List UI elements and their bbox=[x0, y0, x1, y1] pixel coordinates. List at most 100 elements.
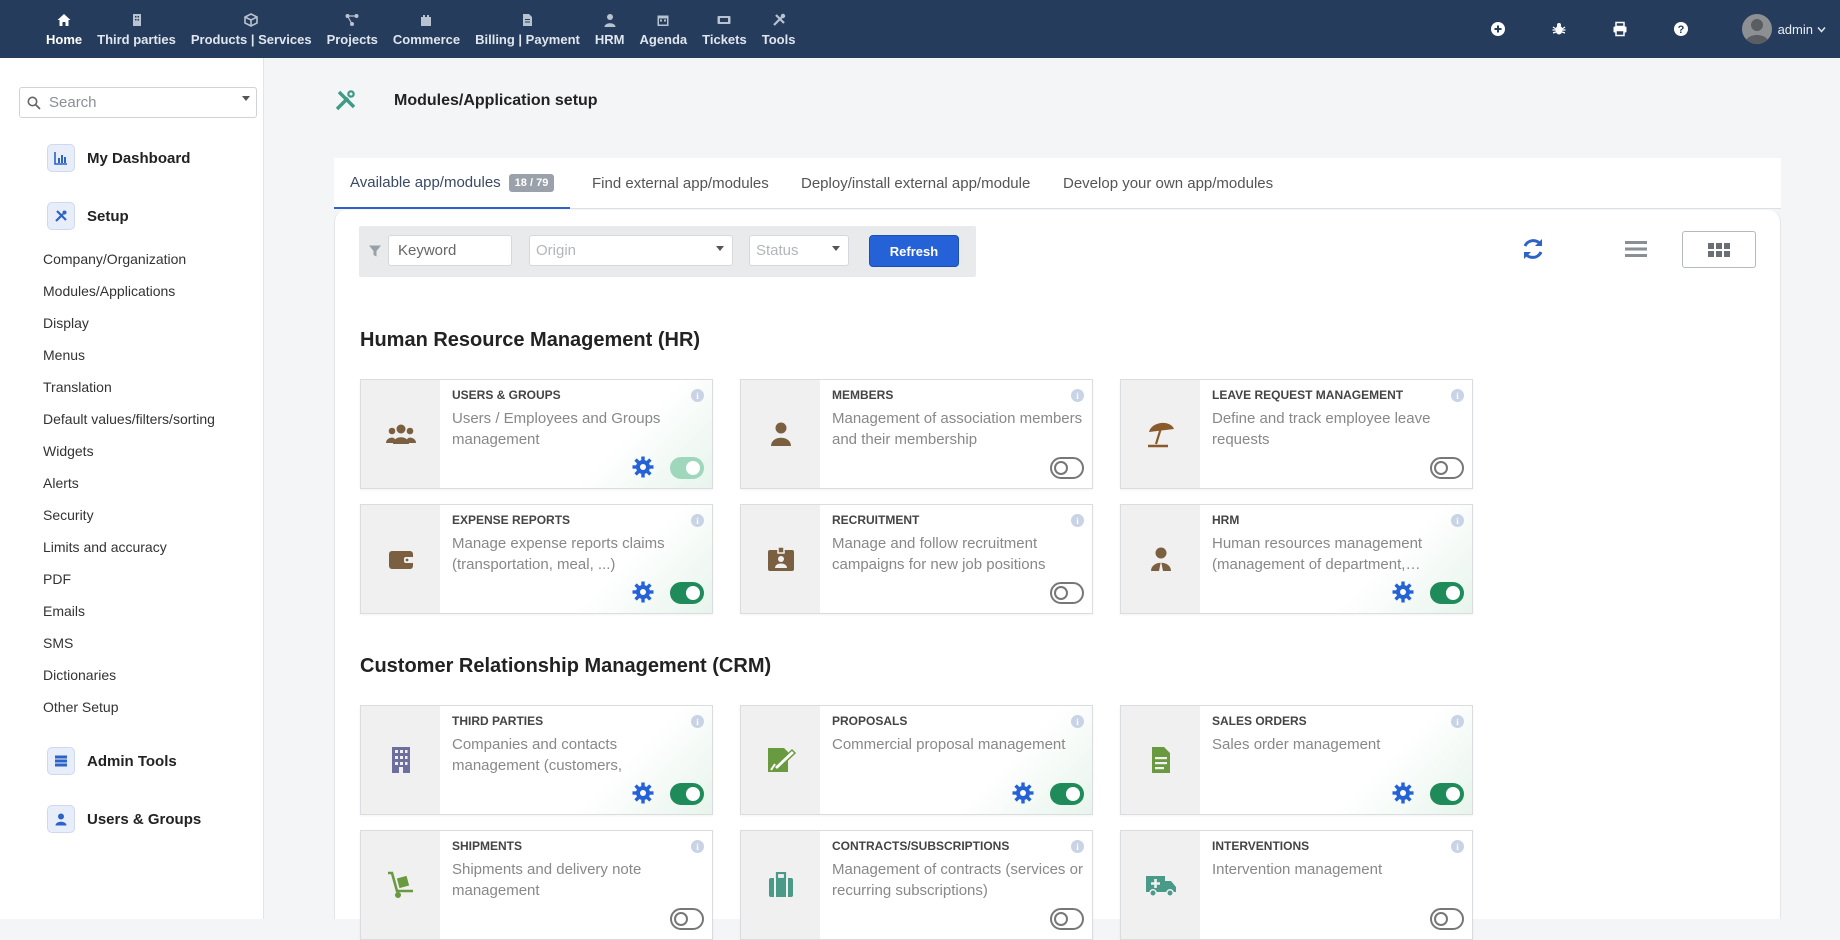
list-icon bbox=[1625, 241, 1647, 257]
tab-available-modules[interactable]: Available app/modules 18 / 79 bbox=[334, 158, 571, 209]
refresh-button[interactable]: Refresh bbox=[869, 235, 959, 267]
module-toggle-contracts-subscriptions[interactable] bbox=[1050, 908, 1084, 930]
quick-add-button[interactable] bbox=[1468, 21, 1529, 37]
module-toggle-interventions[interactable] bbox=[1430, 908, 1464, 930]
top-right-tools: ? admin bbox=[1468, 0, 1840, 58]
nav-commerce[interactable]: Commerce bbox=[387, 0, 466, 58]
nav-third-parties[interactable]: Third parties bbox=[91, 0, 182, 58]
sidebar-item-dictionaries[interactable]: Dictionaries bbox=[43, 666, 215, 698]
nav-label: Tickets bbox=[702, 31, 747, 47]
module-toggle-recruitment[interactable] bbox=[1050, 582, 1084, 604]
info-icon[interactable]: i bbox=[691, 840, 704, 853]
info-icon[interactable]: i bbox=[1071, 840, 1084, 853]
nav-tools[interactable]: Tools bbox=[756, 0, 802, 58]
module-toggle-third-parties[interactable] bbox=[670, 783, 704, 805]
module-description: Shipments and delivery note management bbox=[452, 861, 642, 899]
sidebar-item-other-setup[interactable]: Other Setup bbox=[43, 698, 215, 730]
module-toggle-proposals[interactable] bbox=[1050, 783, 1084, 805]
info-icon[interactable]: i bbox=[1451, 514, 1464, 527]
module-card: LEAVE REQUEST MANAGEMENT Define and track… bbox=[1120, 379, 1473, 489]
module-toggle-users-groups[interactable] bbox=[670, 457, 704, 479]
module-settings-gear-icon[interactable] bbox=[1392, 782, 1414, 804]
info-icon[interactable]: i bbox=[1451, 715, 1464, 728]
status-select[interactable]: Status bbox=[749, 235, 849, 266]
sidebar-group-label: Admin Tools bbox=[87, 752, 177, 770]
reload-button[interactable] bbox=[1518, 234, 1548, 264]
module-toggle-leave-request-management[interactable] bbox=[1430, 457, 1464, 479]
sidebar-item-modules[interactable]: Modules/Applications bbox=[43, 282, 215, 314]
sidebar-search[interactable] bbox=[19, 87, 257, 118]
module-name: HRM bbox=[1212, 513, 1240, 527]
tab-develop-own[interactable]: Develop your own app/modules bbox=[1063, 158, 1273, 209]
tab-find-external[interactable]: Find external app/modules bbox=[592, 158, 769, 209]
chevron-down-icon bbox=[1817, 26, 1826, 33]
sidebar-item-default-values[interactable]: Default values/filters/sorting bbox=[43, 410, 215, 442]
nav-home[interactable]: Home bbox=[40, 0, 88, 58]
module-settings-gear-icon[interactable] bbox=[632, 456, 654, 478]
nav-tickets[interactable]: Tickets bbox=[696, 0, 753, 58]
sidebar-item-sms[interactable]: SMS bbox=[43, 634, 215, 666]
nav-projects[interactable]: Projects bbox=[321, 0, 384, 58]
module-description: Companies and contacts management (custo… bbox=[452, 736, 623, 774]
sidebar-item-emails[interactable]: Emails bbox=[43, 602, 215, 634]
print-button[interactable] bbox=[1590, 21, 1651, 37]
module-settings-gear-icon[interactable] bbox=[1012, 782, 1034, 804]
origin-select[interactable]: Origin bbox=[529, 235, 733, 266]
info-icon[interactable]: i bbox=[1071, 389, 1084, 402]
module-toggle-shipments[interactable] bbox=[670, 908, 704, 930]
sidebar-item-my-dashboard[interactable]: My Dashboard bbox=[47, 144, 190, 172]
dashboard-icon-box bbox=[47, 144, 75, 172]
sidebar-item-widgets[interactable]: Widgets bbox=[43, 442, 215, 474]
grid-view-button[interactable] bbox=[1682, 231, 1756, 268]
nav-agenda[interactable]: Agenda bbox=[633, 0, 693, 58]
nav-label: Billing | Payment bbox=[475, 31, 580, 47]
nav-label: Home bbox=[46, 31, 83, 47]
debug-button[interactable] bbox=[1529, 21, 1590, 37]
sidebar-item-security[interactable]: Security bbox=[43, 506, 215, 538]
chevron-down-icon bbox=[832, 246, 840, 251]
sidebar-item-menus[interactable]: Menus bbox=[43, 346, 215, 378]
list-view-button[interactable] bbox=[1621, 234, 1651, 264]
nav-products-services[interactable]: Products | Services bbox=[185, 0, 318, 58]
sidebar-group-label: Setup bbox=[87, 207, 129, 225]
sidebar-item-pdf[interactable]: PDF bbox=[43, 570, 215, 602]
module-settings-gear-icon[interactable] bbox=[632, 581, 654, 603]
sidebar-item-display[interactable]: Display bbox=[43, 314, 215, 346]
module-card: USERS & GROUPS Users / Employees and Grou… bbox=[360, 379, 713, 489]
module-description: Define and track employee leave requests bbox=[1212, 410, 1431, 448]
info-icon[interactable]: i bbox=[691, 389, 704, 402]
home-icon bbox=[57, 13, 71, 26]
module-card: SHIPMENTS Shipments and delivery note man… bbox=[360, 830, 713, 940]
help-button[interactable]: ? bbox=[1651, 21, 1712, 37]
info-icon[interactable]: i bbox=[1071, 715, 1084, 728]
module-toggle-hrm[interactable] bbox=[1430, 582, 1464, 604]
keyword-field[interactable] bbox=[388, 235, 512, 266]
sidebar-item-alerts[interactable]: Alerts bbox=[43, 474, 215, 506]
sidebar-item-setup[interactable]: Setup bbox=[47, 202, 129, 230]
nav-billing-payment[interactable]: Billing | Payment bbox=[469, 0, 586, 58]
info-icon[interactable]: i bbox=[1451, 389, 1464, 402]
nav-hrm[interactable]: HRM bbox=[589, 0, 631, 58]
info-icon[interactable]: i bbox=[1451, 840, 1464, 853]
sidebar-item-users-groups[interactable]: Users & Groups bbox=[47, 805, 201, 833]
info-icon[interactable]: i bbox=[691, 715, 704, 728]
sidebar-item-translation[interactable]: Translation bbox=[43, 378, 215, 410]
tab-deploy-external[interactable]: Deploy/install external app/module bbox=[801, 158, 1030, 209]
module-toggle-members[interactable] bbox=[1050, 457, 1084, 479]
nav-label: Commerce bbox=[392, 31, 461, 47]
chevron-down-icon[interactable] bbox=[242, 96, 250, 101]
sidebar-item-company[interactable]: Company/Organization bbox=[43, 250, 215, 282]
user-menu[interactable]: admin bbox=[1741, 14, 1826, 44]
info-icon[interactable]: i bbox=[691, 514, 704, 527]
module-settings-gear-icon[interactable] bbox=[1392, 581, 1414, 603]
search-input[interactable] bbox=[49, 94, 242, 111]
grid-icon bbox=[1708, 242, 1730, 257]
module-settings-gear-icon[interactable] bbox=[632, 782, 654, 804]
module-card: MEMBERS Management of association members… bbox=[740, 379, 1093, 489]
module-toggle-expense-reports[interactable] bbox=[670, 582, 704, 604]
keyword-input[interactable] bbox=[398, 242, 498, 259]
info-icon[interactable]: i bbox=[1071, 514, 1084, 527]
module-toggle-sales-orders[interactable] bbox=[1430, 783, 1464, 805]
sidebar-item-limits[interactable]: Limits and accuracy bbox=[43, 538, 215, 570]
sidebar-item-admin-tools[interactable]: Admin Tools bbox=[47, 747, 177, 775]
